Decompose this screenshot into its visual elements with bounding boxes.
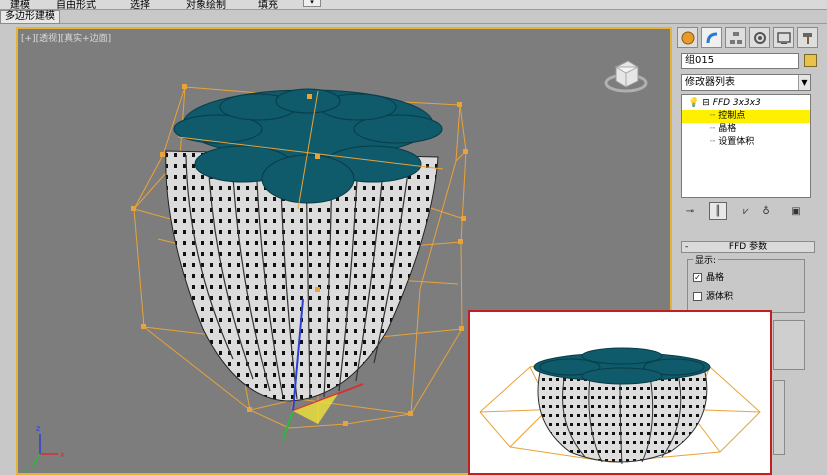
tab-polygon-modeling[interactable]: 多边形建模 (0, 10, 60, 24)
object-name-field[interactable]: 组015 (681, 53, 799, 69)
stack-subitem-set-volume[interactable]: ┈ 设置体积 (682, 136, 754, 149)
lattice-checkbox[interactable]: ✓ (693, 273, 702, 282)
modifier-stack[interactable]: 💡 ⊟ FFD 3x3x3 ┈ 控制点 ┈ 晶格 ┈ 设置体积 (681, 94, 811, 198)
modifier-name: FFD 3x3x3 (712, 98, 761, 108)
vase-model[interactable] (165, 88, 444, 402)
lightbulb-icon[interactable]: 💡 (688, 98, 699, 108)
ribbon-tabs: 建模 自由形式 选择 对象绘制 填充 ▾ (0, 0, 827, 11)
sphere-icon (681, 31, 694, 44)
modifier-stack-toolbar: ⊸ ║ ⩗ ♁ ▣ (681, 202, 819, 220)
ffd-params-rollout-header[interactable]: - FFD 参数 (681, 241, 815, 253)
make-unique-button[interactable]: ⩗ (737, 202, 755, 220)
motion-tab[interactable] (749, 27, 770, 48)
utilities-tab[interactable] (797, 27, 818, 48)
pin-icon: ⊸ (685, 205, 695, 217)
axis-z-label: z (36, 424, 40, 433)
preview-render (479, 347, 761, 465)
remove-modifier-button[interactable]: ♁ (757, 202, 775, 220)
axis-x-label: x (60, 450, 65, 459)
stack-subitem-control-points[interactable]: ┈ 控制点 (682, 110, 810, 123)
hierarchy-tab[interactable] (725, 27, 746, 48)
configure-sets-button[interactable]: ▣ (787, 202, 805, 220)
show-end-result-icon: ║ (714, 205, 722, 217)
source-volume-checkbox-row[interactable]: 源体积 (693, 291, 733, 303)
control-points-group-box (773, 380, 785, 455)
viewport-label[interactable]: [+][透视][真实+边面] (21, 31, 111, 44)
command-panel-tabs (677, 27, 825, 49)
show-end-result-button[interactable]: ║ (709, 202, 727, 220)
display-group: 显示: (687, 253, 805, 313)
display-icon (776, 31, 791, 44)
source-volume-label: 源体积 (706, 292, 734, 302)
stack-subitem-lattice[interactable]: ┈ 晶格 (682, 123, 736, 136)
motion-icon (753, 31, 766, 44)
lattice-label: 晶格 (706, 273, 725, 283)
ribbon-dropdown-button[interactable]: ▾ (303, 0, 321, 7)
modifier-list-label: 修改器列表 (685, 77, 735, 88)
stack-item-ffd[interactable]: 💡 ⊟ FFD 3x3x3 (688, 97, 761, 110)
display-group-title: 显示: (693, 253, 719, 266)
lattice-checkbox-row[interactable]: ✓ 晶格 (693, 272, 724, 284)
world-axis-tripod: z x y (24, 424, 65, 473)
chevron-down-icon: ▼ (798, 75, 810, 90)
deform-group-box (773, 320, 805, 370)
create-tab[interactable] (677, 27, 698, 48)
make-unique-icon: ⩗ (743, 205, 749, 217)
modify-tab[interactable] (701, 27, 722, 48)
pin-stack-button[interactable]: ⊸ (681, 202, 699, 220)
preview-inset (468, 310, 772, 475)
ribbon-subbar: 多边形建模 (0, 10, 827, 24)
configure-sets-icon: ▣ (791, 205, 801, 217)
viewcube-icon[interactable] (604, 55, 648, 95)
bend-icon (706, 32, 717, 43)
object-color-swatch[interactable] (804, 54, 817, 67)
hammer-icon (802, 32, 812, 44)
display-tab[interactable] (773, 27, 794, 48)
hierarchy-icon (729, 31, 742, 44)
source-volume-checkbox[interactable] (693, 292, 702, 301)
modifier-list-dropdown[interactable]: 修改器列表 ▼ (681, 74, 811, 91)
axis-y-label: y (24, 464, 29, 473)
minus-icon: - (685, 242, 689, 252)
rollout-title: FFD 参数 (728, 242, 768, 252)
collapse-icon[interactable]: ⊟ (702, 98, 710, 108)
remove-modifier-icon: ♁ (762, 205, 770, 217)
